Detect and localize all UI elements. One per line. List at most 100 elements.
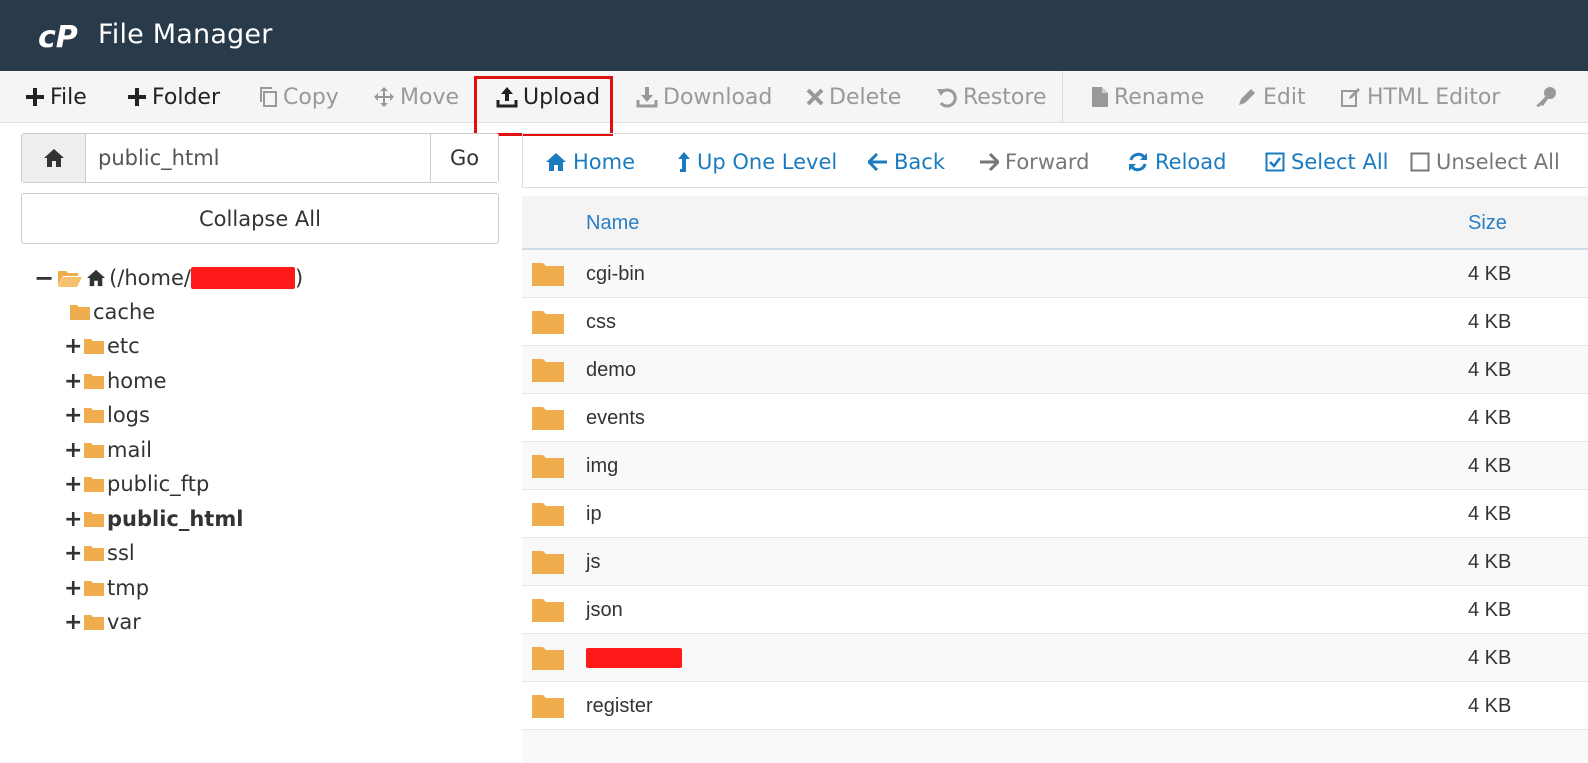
folder-open-icon [58, 271, 83, 287]
folder-icon [532, 503, 564, 526]
rename-button[interactable]: Rename [1091, 71, 1204, 123]
table-row[interactable]: register 4 KB [522, 682, 1588, 730]
file-size: 4 KB [1468, 502, 1512, 525]
expand-icon[interactable]: + [64, 541, 82, 566]
file-icon [1092, 87, 1108, 107]
back-label: Back [894, 149, 945, 174]
tree-item-label: tmp [107, 576, 150, 600]
expand-icon[interactable]: + [64, 610, 82, 635]
html-editor-label: HTML Editor [1367, 84, 1501, 110]
tree-item-label: cache [93, 300, 156, 324]
tree-item-label: public_html [107, 507, 244, 531]
collapse-toggle-icon[interactable]: − [34, 264, 54, 292]
select-all-button[interactable]: Select All [1265, 134, 1389, 189]
redacted-folder-name [586, 648, 682, 668]
table-row[interactable]: json 4 KB [522, 586, 1588, 634]
tree-item-public-html[interactable]: + public_html [64, 504, 243, 534]
folder-icon [532, 359, 564, 382]
html-editor-button[interactable]: HTML Editor [1340, 71, 1500, 123]
back-button[interactable]: Back [868, 134, 945, 189]
tree-item-etc[interactable]: + etc [64, 331, 140, 361]
file-size: 4 KB [1468, 262, 1512, 285]
table-row[interactable]: ip 4 KB [522, 490, 1588, 538]
checkbox-checked-icon [1265, 152, 1285, 171]
table-row[interactable]: events 4 KB [522, 394, 1588, 442]
home-icon [546, 152, 566, 171]
file-name: events [586, 406, 645, 429]
column-header-name[interactable]: Name [586, 196, 639, 250]
path-input-group: Go [21, 133, 499, 183]
file-name: js [586, 550, 601, 573]
folder-icon [532, 551, 564, 574]
expand-icon[interactable]: + [64, 369, 82, 394]
path-input[interactable] [86, 134, 430, 182]
expand-icon[interactable]: + [64, 576, 82, 601]
permissions-button[interactable] [1533, 71, 1562, 123]
download-icon [636, 87, 658, 108]
reload-button[interactable]: Reload [1127, 134, 1226, 189]
copy-button[interactable]: Copy [258, 71, 339, 123]
tree-item-home[interactable]: + home [64, 366, 167, 396]
expand-icon[interactable]: + [64, 403, 82, 428]
tree-root-suffix: ) [295, 266, 304, 290]
up-one-level-button[interactable]: Up One Level [677, 134, 837, 189]
new-file-button[interactable]: File [25, 71, 87, 123]
file-size: 4 KB [1468, 310, 1512, 333]
tree-item-var[interactable]: + var [64, 607, 141, 637]
pencil-icon [1239, 89, 1255, 105]
table-row[interactable]: img 4 KB [522, 442, 1588, 490]
expand-icon[interactable]: + [64, 438, 82, 463]
tree-item-mail[interactable]: + mail [64, 435, 152, 465]
unselect-all-label: Unselect All [1436, 149, 1560, 174]
file-name: css [586, 310, 616, 333]
expand-icon[interactable]: + [64, 334, 82, 359]
column-header-size[interactable]: Size [1468, 196, 1507, 250]
file-size: 4 KB [1468, 598, 1512, 621]
nav-home-label: Home [573, 149, 636, 174]
restore-label: Restore [963, 84, 1047, 110]
tree-item-logs[interactable]: + logs [64, 400, 150, 430]
go-button[interactable]: Go [430, 134, 498, 182]
nav-home-button[interactable]: Home [545, 134, 635, 189]
table-row[interactable] [522, 730, 1588, 763]
select-all-label: Select All [1291, 149, 1389, 174]
folder-icon [532, 311, 564, 334]
delete-label: Delete [829, 84, 902, 110]
collapse-all-button[interactable]: Collapse All [21, 193, 499, 244]
tree-root[interactable]: − (/home/ ) [34, 263, 303, 293]
folder-icon [84, 512, 104, 527]
folder-icon [84, 374, 104, 389]
download-button[interactable]: Download [636, 71, 772, 123]
tree-item-public-ftp[interactable]: + public_ftp [64, 469, 209, 499]
checkbox-empty-icon [1410, 152, 1430, 171]
upload-highlight-box [474, 76, 613, 136]
unselect-all-button[interactable]: Unselect All [1410, 134, 1560, 189]
tree-item-tmp[interactable]: + tmp [64, 573, 149, 603]
table-row[interactable]: cgi-bin 4 KB [522, 250, 1588, 298]
file-name: json [586, 598, 623, 621]
undo-icon [937, 88, 957, 108]
table-row[interactable]: 4 KB [522, 634, 1588, 682]
forward-button[interactable]: Forward [979, 134, 1089, 189]
restore-button[interactable]: Restore [936, 71, 1046, 123]
refresh-icon [1129, 152, 1147, 171]
tree-item-ssl[interactable]: + ssl [64, 538, 135, 568]
svg-text:cP: cP [38, 20, 78, 52]
table-row[interactable]: demo 4 KB [522, 346, 1588, 394]
file-name: img [586, 454, 619, 477]
edit-label: Edit [1263, 84, 1306, 110]
path-home-button[interactable] [22, 134, 86, 182]
level-up-icon [678, 151, 690, 172]
expand-icon[interactable]: + [64, 507, 82, 532]
tree-item-label: etc [107, 334, 140, 358]
file-size: 4 KB [1468, 550, 1512, 573]
tree-item-cache[interactable]: cache [70, 297, 155, 327]
table-row[interactable]: css 4 KB [522, 298, 1588, 346]
edit-button[interactable]: Edit [1236, 71, 1306, 123]
table-row[interactable]: js 4 KB [522, 538, 1588, 586]
expand-icon[interactable]: + [64, 472, 82, 497]
navigation-bar: Home Up One Level Back Forward Reload Se… [522, 133, 1588, 188]
move-button[interactable]: Move [373, 71, 459, 123]
delete-button[interactable]: Delete [806, 71, 901, 123]
new-folder-button[interactable]: Folder [127, 71, 220, 123]
